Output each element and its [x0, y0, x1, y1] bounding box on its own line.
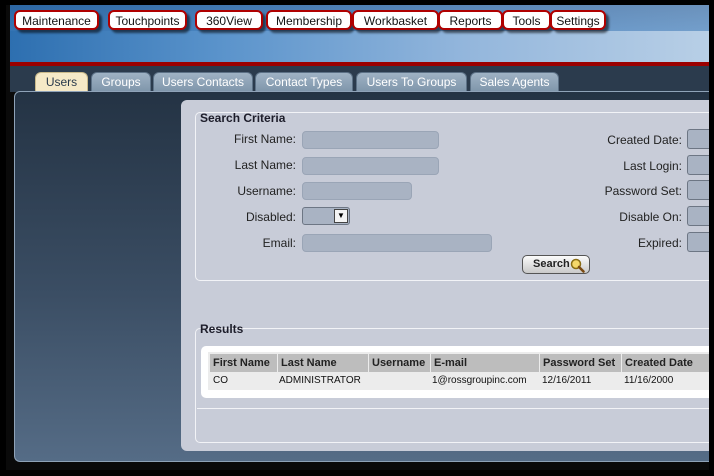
expired-field[interactable]	[687, 232, 709, 252]
username-label: Username:	[237, 184, 296, 198]
disable-on-field[interactable]	[687, 206, 709, 226]
password-set-field[interactable]	[687, 180, 709, 200]
created-date-label: Created Date:	[607, 133, 682, 147]
result-first-name[interactable]: CO	[213, 375, 228, 386]
menu-tools[interactable]: Tools	[502, 10, 551, 30]
search-icon	[570, 258, 585, 273]
email-label: Email:	[262, 236, 296, 250]
menu-reports[interactable]: Reports	[438, 10, 503, 30]
email-field[interactable]	[302, 234, 492, 252]
tab-users[interactable]: Users	[35, 72, 88, 92]
column-header-last-name[interactable]: Last Name	[278, 354, 368, 372]
column-header-created-date[interactable]: Created Date	[622, 354, 709, 372]
tab-users-contacts[interactable]: Users Contacts	[153, 72, 253, 92]
result-password-set[interactable]: 12/16/2011	[542, 375, 591, 386]
menu-360view[interactable]: 360View	[195, 10, 263, 30]
column-header-first-name[interactable]: First Name	[210, 354, 277, 372]
tab-users-to-groups[interactable]: Users To Groups	[356, 72, 467, 92]
username-field[interactable]	[302, 182, 412, 200]
password-set-label: Password Set:	[604, 184, 682, 198]
result-email[interactable]: 1@rossgroupinc.com	[432, 375, 527, 386]
column-header-username[interactable]: Username	[369, 354, 430, 372]
last-name-field[interactable]	[302, 157, 439, 175]
tab-groups[interactable]: Groups	[91, 72, 151, 92]
tab-sales-agents[interactable]: Sales Agents	[470, 72, 559, 92]
search-button[interactable]: Search	[522, 255, 590, 274]
disable-on-label: Disable On:	[619, 210, 682, 224]
disabled-label: Disabled:	[245, 210, 296, 224]
created-date-field[interactable]	[687, 129, 709, 149]
menu-workbasket[interactable]: Workbasket	[352, 10, 439, 30]
search-button-label: Search	[533, 258, 570, 270]
results-divider	[197, 408, 709, 409]
results-title: Results	[200, 322, 244, 336]
search-criteria-title: Search Criteria	[200, 111, 286, 125]
tab-contact-types[interactable]: Contact Types	[255, 72, 353, 92]
last-login-label: Last Login:	[623, 159, 682, 173]
expired-label: Expired:	[637, 236, 682, 250]
menu-maintenance[interactable]: Maintenance	[14, 10, 99, 30]
result-created-date[interactable]: 11/16/2000	[624, 375, 673, 386]
first-name-label: First Name:	[233, 132, 296, 146]
first-name-field[interactable]	[302, 131, 439, 149]
column-header-email[interactable]: E-mail	[431, 354, 539, 372]
menu-settings[interactable]: Settings	[550, 10, 606, 30]
menu-membership[interactable]: Membership	[266, 10, 352, 30]
last-login-field[interactable]	[687, 155, 709, 175]
result-last-name[interactable]: ADMINISTRATOR	[279, 375, 361, 386]
chevron-down-icon: ▼	[334, 209, 348, 223]
last-name-label: Last Name:	[234, 158, 296, 172]
menu-touchpoints[interactable]: Touchpoints	[108, 10, 187, 30]
disabled-select[interactable]: ▼	[302, 207, 350, 225]
column-header-password-set[interactable]: Password Set	[540, 354, 621, 372]
